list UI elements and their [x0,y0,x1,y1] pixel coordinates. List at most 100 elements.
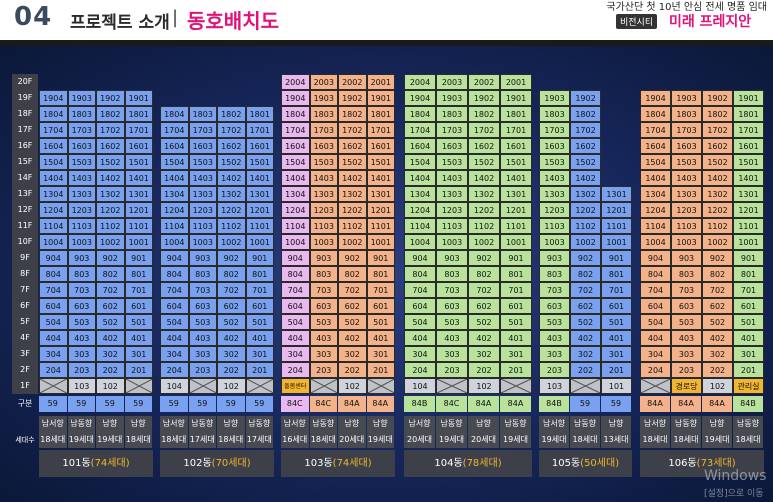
unit-cell: 1704 [160,122,189,138]
unit-cell: 1004 [281,234,310,250]
unit-cell: 1804 [39,106,68,122]
unit-cell: 1103 [436,218,468,234]
unit-cell: 1202 [570,202,601,218]
unit-cell: 1501 [366,154,395,170]
unit-cell: 502 [96,314,125,330]
unit-type: 59 [217,396,245,412]
unit-cell: 702 [468,282,500,298]
watermark-line2: [설정]으로 이동 [704,489,764,499]
floor-label: 5F [20,317,30,326]
unit-cell: 1501 [245,154,274,170]
unit-cell: 1901 [500,90,532,106]
unit-cell: 1503 [188,154,217,170]
unit-cell: 804 [404,266,436,282]
unit-direction: 남향 [366,416,394,432]
unit-cell: 1502 [570,154,601,170]
unit-cell: 902 [96,250,125,266]
unit-cell: 1103 [67,218,96,234]
unit-count: 18세대 [733,432,763,448]
unit-cell: 1303 [309,186,338,202]
unit-cell: 1001 [366,234,395,250]
unit-cell: 902 [338,250,367,266]
unit-type: 84A [366,396,394,412]
empty-unit [570,378,601,394]
unit-cell: 801 [245,266,274,282]
unit-count: 18세대 [640,432,670,448]
unit-cell: 1903 [539,90,570,106]
unit-cell: 1603 [188,138,217,154]
unit-cell: 1304 [404,186,436,202]
unit-cell: 803 [436,266,468,282]
unit-cell: 1402 [217,170,246,186]
unit-cell: 1002 [570,234,601,250]
unit-cell: 2004 [404,74,436,90]
unit-count: 18세대 [570,432,600,448]
unit-cell: 302 [570,346,601,362]
unit-cell: 1201 [500,202,532,218]
unit-cell: 804 [640,266,671,282]
unit-cell: 1901 [366,90,395,106]
unit-cell: 402 [96,330,125,346]
unit-cell: 돌봄센터 [281,378,310,394]
empty-unit [500,378,532,394]
unit-cell: 304 [640,346,671,362]
unit-cell: 201 [245,362,274,378]
title-separator: | [172,7,179,28]
unit-cell: 501 [245,314,274,330]
unit-cell: 602 [96,298,125,314]
unit-cell: 604 [160,298,189,314]
floor-label: 7F [20,285,30,294]
unit-direction: 남동향 [500,416,531,432]
unit-count: 19세대 [500,432,531,448]
unit-cell: 803 [539,266,570,282]
unit-cell: 1304 [640,186,671,202]
unit-cell: 1201 [124,202,153,218]
unit-cell: 303 [67,346,96,362]
unit-cell: 701 [733,282,764,298]
unit-cell: 1304 [281,186,310,202]
unit-cell: 1901 [124,90,153,106]
unit-cell: 1102 [96,218,125,234]
unit-cell: 2002 [468,74,500,90]
unit-cell: 1402 [468,170,500,186]
floor-label: 16F [17,141,33,150]
unit-cell: 1401 [733,170,764,186]
unit-type: 84A [468,396,499,412]
unit-cell: 1802 [96,106,125,122]
unit-cell: 1903 [309,90,338,106]
unit-cell: 603 [539,298,570,314]
unit-cell: 204 [281,362,310,378]
unit-cell: 202 [570,362,601,378]
unit-cell: 301 [124,346,153,362]
unit-cell: 603 [188,298,217,314]
unit-cell: 1701 [733,122,764,138]
unit-cell: 1904 [640,90,671,106]
unit-type: 84C [436,396,467,412]
unit-cell: 1504 [160,154,189,170]
unit-cell: 302 [702,346,733,362]
dong-label: 101동(74세대) [39,450,153,477]
unit-cell: 2003 [309,74,338,90]
unit-cell: 102 [96,378,125,394]
unit-cell: 1604 [281,138,310,154]
unit-cell: 1101 [124,218,153,234]
unit-cell: 1601 [733,138,764,154]
unit-cell: 1401 [124,170,153,186]
dong-unit-count: (50세대) [580,458,620,469]
unit-count: 19세대 [702,432,732,448]
unit-cell: 804 [160,266,189,282]
unit-cell: 503 [539,314,570,330]
unit-cell: 1302 [702,186,733,202]
unit-cell: 103 [539,378,570,394]
unit-cell: 904 [281,250,310,266]
unit-cell: 1603 [436,138,468,154]
unit-cell: 603 [309,298,338,314]
unit-cell: 1403 [309,170,338,186]
floor-label: 8F [20,269,30,278]
unit-cell: 1103 [309,218,338,234]
unit-cell: 1101 [733,218,764,234]
unit-cell: 1404 [39,170,68,186]
unit-cell: 1901 [733,90,764,106]
unit-cell: 604 [281,298,310,314]
unit-cell: 101 [601,378,632,394]
